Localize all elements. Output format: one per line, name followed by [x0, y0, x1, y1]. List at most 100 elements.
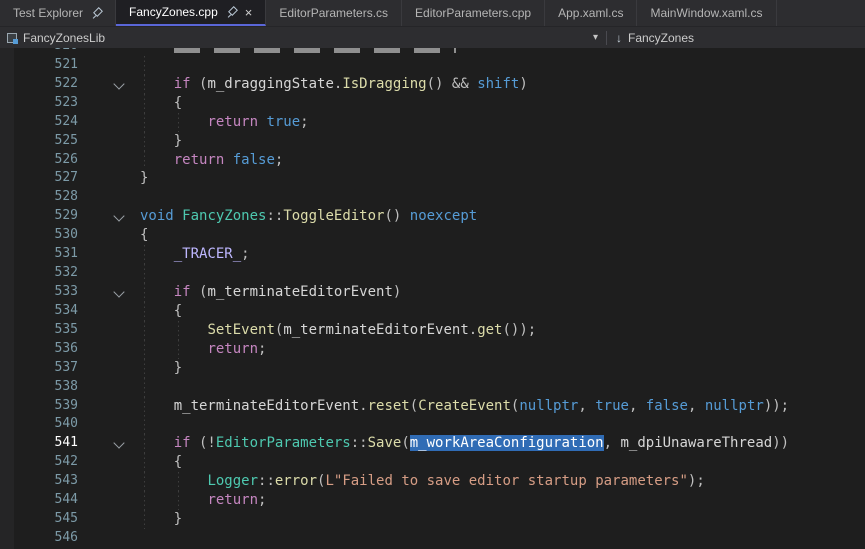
- code-text: {: [140, 302, 865, 321]
- code-text: _TRACER_;: [140, 245, 865, 264]
- code-line: 542 {: [0, 453, 865, 472]
- code-line: 533 if (m_terminateEditorEvent): [0, 283, 865, 302]
- fold-column: [78, 226, 140, 245]
- code-line: 538: [0, 378, 865, 397]
- code-text: if (m_draggingState.IsDragging() && shif…: [140, 75, 865, 94]
- code-text: [140, 529, 865, 548]
- code-line: 535 SetEvent(m_terminateEditorEvent.get(…: [0, 321, 865, 340]
- breakpoint-margin[interactable]: [0, 48, 14, 549]
- fold-column: [78, 283, 140, 302]
- code-line: 539 m_terminateEditorEvent.reset(CreateE…: [0, 397, 865, 416]
- pin-icon[interactable]: [226, 6, 237, 19]
- code-line: 536 return;: [0, 340, 865, 359]
- tab-label: FancyZones.cpp: [129, 5, 218, 19]
- code-text: SetEvent(m_terminateEditorEvent.get());: [140, 321, 865, 340]
- code-line: 524 return true;: [0, 113, 865, 132]
- fold-column: [78, 48, 140, 56]
- code-text: }: [140, 132, 865, 151]
- code-text: if (!EditorParameters::Save(m_workAreaCo…: [140, 434, 865, 453]
- code-text: [140, 188, 865, 207]
- code-line: 546: [0, 529, 865, 548]
- tab-bar: Test Explorer FancyZones.cpp × EditorParame…: [0, 0, 865, 26]
- tab-editorparameters-cpp[interactable]: EditorParameters.cpp: [402, 0, 545, 26]
- code-line: 537 }: [0, 359, 865, 378]
- fold-column: [78, 188, 140, 207]
- code-line: 525 }: [0, 132, 865, 151]
- code-text: return;: [140, 340, 865, 359]
- code-editor[interactable]: 520521522 if (m_draggingState.IsDragging…: [0, 48, 865, 549]
- fold-column: [78, 132, 140, 151]
- code-line: 528: [0, 188, 865, 207]
- code-text: }: [140, 169, 865, 188]
- tab-test-explorer[interactable]: Test Explorer: [0, 0, 116, 26]
- code-text: {: [140, 453, 865, 472]
- code-line: 532: [0, 264, 865, 283]
- project-name: FancyZonesLib: [23, 31, 105, 45]
- code-line: 530{: [0, 226, 865, 245]
- code-line: 540: [0, 415, 865, 434]
- project-dropdown[interactable]: FancyZonesLib ▾: [0, 27, 606, 48]
- fold-chevron-icon[interactable]: [113, 78, 124, 89]
- tab-editorparameters-cs[interactable]: EditorParameters.cs: [266, 0, 402, 26]
- code-line: 543 Logger::error(L"Failed to save edito…: [0, 472, 865, 491]
- pin-icon[interactable]: [91, 7, 102, 20]
- fold-column: [78, 169, 140, 188]
- code-line: 523 {: [0, 94, 865, 113]
- fold-chevron-icon[interactable]: [113, 211, 124, 222]
- fold-column: [78, 378, 140, 397]
- fold-column: [78, 359, 140, 378]
- code-line: 541 if (!EditorParameters::Save(m_workAr…: [0, 434, 865, 453]
- fold-column: [78, 415, 140, 434]
- close-icon[interactable]: ×: [245, 6, 253, 19]
- code-text: return false;: [140, 151, 865, 170]
- tab-label: EditorParameters.cs: [279, 6, 388, 20]
- code-text: }: [140, 510, 865, 529]
- fold-column: [78, 113, 140, 132]
- fold-column: [78, 207, 140, 226]
- tab-fancyzones-cpp[interactable]: FancyZones.cpp ×: [116, 0, 266, 26]
- code-line: 529void FancyZones::ToggleEditor() noexc…: [0, 207, 865, 226]
- fold-column: [78, 529, 140, 548]
- down-arrow-icon: ↓: [616, 31, 622, 45]
- code-text: void FancyZones::ToggleEditor() noexcept: [140, 207, 865, 226]
- code-line: 522 if (m_draggingState.IsDragging() && …: [0, 75, 865, 94]
- member-name: FancyZones: [628, 31, 694, 45]
- code-line: 521: [0, 56, 865, 75]
- fold-column: [78, 491, 140, 510]
- tab-label: Test Explorer: [13, 6, 83, 20]
- tab-label: MainWindow.xaml.cs: [650, 6, 762, 20]
- member-dropdown[interactable]: ↓ FancyZones: [607, 27, 865, 48]
- code-text: return true;: [140, 113, 865, 132]
- code-line: 527}: [0, 169, 865, 188]
- fold-chevron-icon[interactable]: [113, 438, 124, 449]
- fold-column: [78, 397, 140, 416]
- fold-chevron-icon[interactable]: [113, 286, 124, 297]
- tab-app-xaml-cs[interactable]: App.xaml.cs: [545, 0, 637, 26]
- code-line: 534 {: [0, 302, 865, 321]
- project-icon: [7, 33, 17, 43]
- fold-column: [78, 321, 140, 340]
- code-text: return;: [140, 491, 865, 510]
- code-text: if (m_terminateEditorEvent): [140, 283, 865, 302]
- tab-label: EditorParameters.cpp: [415, 6, 531, 20]
- fold-column: [78, 510, 140, 529]
- code-text: {: [140, 94, 865, 113]
- fold-column: [78, 151, 140, 170]
- fold-column: [78, 56, 140, 75]
- tab-mainwindow-xaml-cs[interactable]: MainWindow.xaml.cs: [637, 0, 776, 26]
- fold-column: [78, 302, 140, 321]
- code-line: 520: [0, 48, 865, 56]
- chevron-down-icon[interactable]: ▾: [593, 32, 606, 43]
- code-line: 526 return false;: [0, 151, 865, 170]
- code-text: [140, 378, 865, 397]
- navigation-bar: FancyZonesLib ▾ ↓ FancyZones: [0, 26, 865, 48]
- code-text: [140, 56, 865, 75]
- selected-text[interactable]: m_workAreaConfiguration: [410, 435, 604, 451]
- fold-column: [78, 340, 140, 359]
- fold-column: [78, 472, 140, 491]
- code-line: 545 }: [0, 510, 865, 529]
- code-text: [140, 48, 865, 56]
- fold-column: [78, 453, 140, 472]
- code-text: {: [140, 226, 865, 245]
- code-line: 531 _TRACER_;: [0, 245, 865, 264]
